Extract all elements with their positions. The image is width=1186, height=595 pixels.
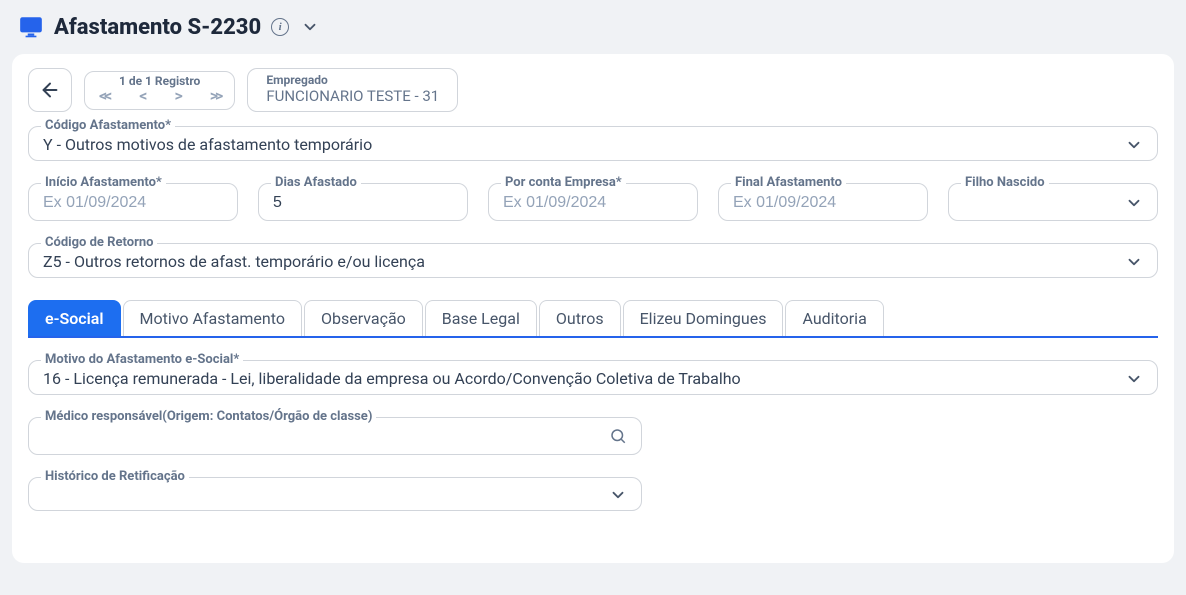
codigo-afastamento-select[interactable]: Código Afastamento* Y - Outros motivos d… [28, 126, 1158, 161]
field-label: Médico responsável(Origem: Contatos/Órgã… [41, 409, 376, 424]
inicio-afastamento-input[interactable] [43, 192, 223, 214]
employee-label: Empregado [266, 73, 439, 87]
chevron-down-icon [1125, 136, 1143, 154]
tab-base-legal[interactable]: Base Legal [425, 300, 537, 336]
tab-esocial[interactable]: e-Social [28, 300, 121, 336]
field-value: Z5 - Outros retornos de afast. temporári… [43, 252, 425, 271]
page-header: Afastamento S-2230 i [0, 0, 1186, 54]
tab-motivo-afastamento[interactable]: Motivo Afastamento [123, 300, 302, 336]
pager-next-button[interactable]: > [174, 86, 179, 105]
pager-prev-button[interactable]: < [139, 86, 144, 105]
chevron-down-icon [1125, 370, 1143, 388]
content-panel: 1 de 1 Registro << < > >> Empregado FUNC… [12, 54, 1174, 563]
chevron-down-icon [609, 486, 627, 504]
motivo-esocial-select[interactable]: Motivo do Afastamento e-Social* 16 - Lic… [28, 360, 1158, 395]
dias-afastado-input[interactable] [273, 192, 453, 214]
row-historico: Histórico de Retificação [28, 477, 1158, 511]
field-label: Final Afastamento [731, 175, 846, 190]
field-label: Por conta Empresa* [501, 175, 626, 190]
historico-retificacao-select[interactable]: Histórico de Retificação [28, 477, 642, 511]
tabs: e-Social Motivo Afastamento Observação B… [28, 300, 1158, 338]
por-conta-empresa-input[interactable] [503, 192, 683, 214]
field-value: Y - Outros motivos de afastamento tempor… [43, 135, 372, 154]
dias-afastado-field[interactable]: Dias Afastado [258, 183, 468, 221]
pager-last-button[interactable]: >> [210, 86, 221, 105]
row-codigo-retorno: Código de Retorno Z5 - Outros retornos d… [28, 243, 1158, 278]
medico-responsavel-input[interactable] [43, 426, 627, 448]
field-label: Dias Afastado [271, 175, 361, 190]
por-conta-empresa-field[interactable]: Por conta Empresa* [488, 183, 698, 221]
row-codigo-afastamento: Código Afastamento* Y - Outros motivos d… [28, 126, 1158, 161]
field-label: Motivo do Afastamento e-Social* [41, 352, 243, 367]
tab-observacao[interactable]: Observação [304, 300, 423, 336]
info-icon[interactable]: i [271, 18, 289, 36]
field-label: Código de Retorno [41, 235, 157, 250]
filho-nascido-select[interactable]: Filho Nascido [948, 183, 1158, 221]
chevron-down-icon [1125, 253, 1143, 271]
medico-responsavel-field[interactable]: Médico responsável(Origem: Contatos/Órgã… [28, 417, 642, 455]
final-afastamento-field[interactable]: Final Afastamento [718, 183, 928, 221]
field-label: Início Afastamento* [41, 175, 166, 190]
row-dates: Início Afastamento* Dias Afastado Por co… [28, 183, 1158, 221]
pager-controls: << < > >> [99, 86, 220, 105]
final-afastamento-input[interactable] [733, 192, 913, 214]
page-title: Afastamento S-2230 [54, 15, 261, 40]
field-label: Código Afastamento* [41, 118, 175, 133]
employee-value: FUNCIONARIO TESTE - 31 [266, 87, 439, 105]
toolbar: 1 de 1 Registro << < > >> Empregado FUNC… [28, 68, 1158, 112]
pager-box: 1 de 1 Registro << < > >> [84, 71, 235, 110]
field-label: Filho Nascido [961, 175, 1049, 190]
tab-auditoria[interactable]: Auditoria [785, 300, 883, 336]
chevron-down-icon [1125, 194, 1143, 212]
inicio-afastamento-field[interactable]: Início Afastamento* [28, 183, 238, 221]
row-motivo-esocial: Motivo do Afastamento e-Social* 16 - Lic… [28, 360, 1158, 395]
field-value: 16 - Licença remunerada - Lei, liberalid… [43, 369, 741, 388]
monitor-icon [18, 14, 44, 40]
codigo-retorno-select[interactable]: Código de Retorno Z5 - Outros retornos d… [28, 243, 1158, 278]
back-button[interactable] [28, 68, 72, 112]
field-label: Histórico de Retificação [41, 469, 189, 484]
chevron-down-icon[interactable] [301, 18, 319, 36]
employee-box: Empregado FUNCIONARIO TESTE - 31 [247, 68, 458, 112]
tab-elizeu-domingues[interactable]: Elizeu Domingues [623, 300, 784, 336]
tab-outros[interactable]: Outros [539, 300, 621, 336]
search-icon[interactable] [609, 427, 627, 445]
row-medico: Médico responsável(Origem: Contatos/Órgã… [28, 417, 1158, 455]
pager-first-button[interactable]: << [99, 86, 109, 105]
